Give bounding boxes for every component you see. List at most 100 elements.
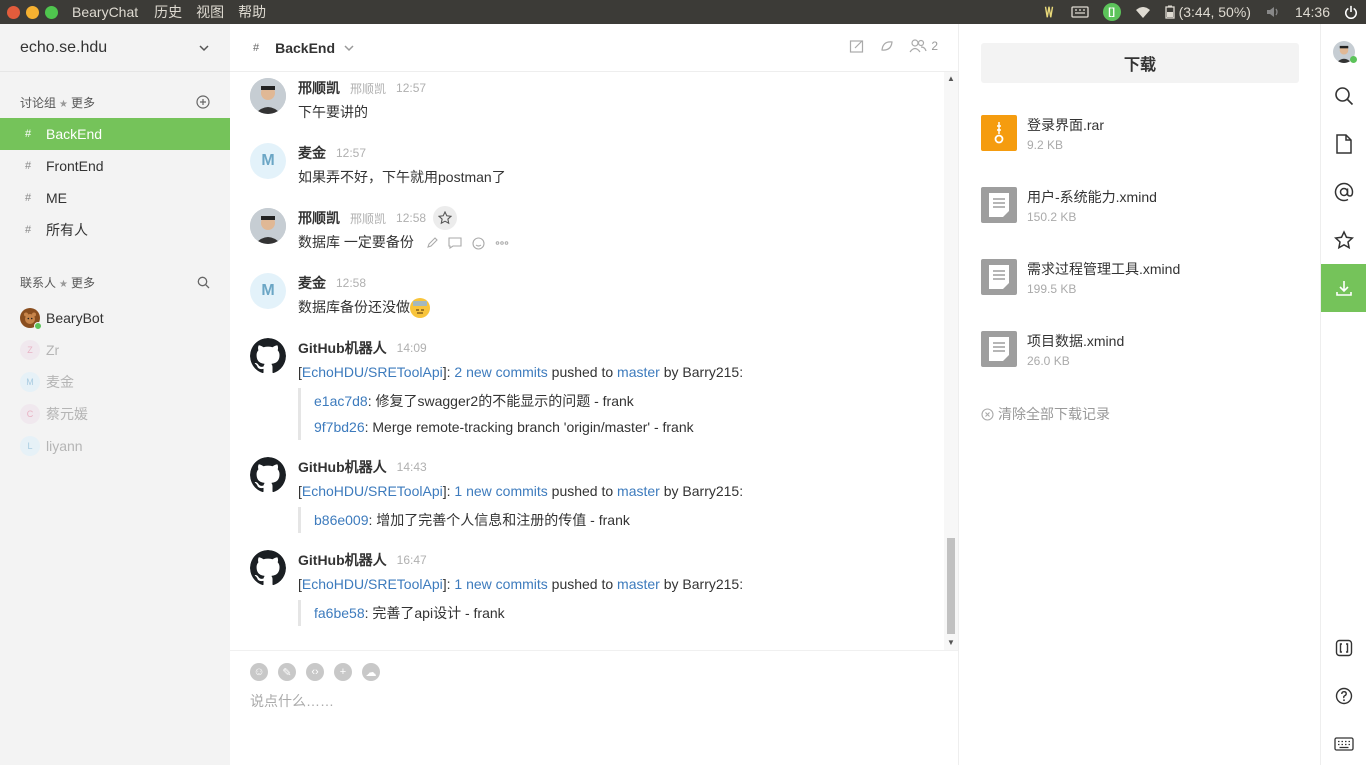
edit-topic-icon[interactable] [849, 38, 865, 54]
download-item[interactable]: 项目数据.xmind 26.0 KB [981, 331, 1299, 381]
pushed-text: pushed to [547, 576, 618, 592]
channel-item-me[interactable]: # ME [0, 182, 230, 214]
star-message-button[interactable] [433, 206, 457, 230]
keyboard-tray-icon[interactable] [1070, 5, 1089, 19]
commit-sha-link[interactable]: 9f7bd26 [314, 419, 365, 435]
commit-sha-link[interactable]: b86e009 [314, 512, 369, 528]
search-button[interactable] [1321, 72, 1366, 120]
repo-link[interactable]: EchoHDU/SREToolApi [302, 576, 443, 592]
more-icon[interactable] [495, 237, 509, 249]
pushed-text: pushed to [547, 364, 618, 380]
channels-more-link[interactable]: 更多 [71, 96, 95, 110]
channel-item-backend[interactable]: # BackEnd [0, 118, 230, 150]
commits-link[interactable]: 1 new commits [454, 483, 547, 499]
wifi-icon[interactable] [1135, 5, 1151, 19]
add-attachment-icon[interactable]: + [334, 663, 352, 681]
power-icon[interactable] [1344, 5, 1358, 19]
avatar[interactable]: M [250, 273, 286, 309]
beary-tray-icon[interactable]: [] [1102, 3, 1121, 21]
channel-title[interactable]: BackEnd [275, 40, 335, 56]
contact-item-liyann[interactable]: L liyann [0, 430, 230, 462]
channel-item-all[interactable]: # 所有人 [0, 214, 230, 246]
battery-icon[interactable] [1164, 5, 1175, 19]
avatar[interactable] [250, 78, 286, 114]
members-button[interactable]: 2 [909, 39, 938, 53]
files-button[interactable] [1321, 120, 1366, 168]
emoji-icon[interactable]: ☺ [250, 663, 268, 681]
team-switcher[interactable]: echo.se.hdu [0, 24, 230, 72]
contact-label: Zr [46, 342, 60, 358]
sender-name[interactable]: 麦金 [298, 273, 326, 293]
keyboard-shortcuts-button[interactable] [1321, 720, 1366, 765]
commit-sha-link[interactable]: e1ac7d8 [314, 393, 368, 409]
branch-link[interactable]: master [617, 364, 660, 380]
chevron-down-icon[interactable] [343, 44, 355, 52]
menu-view[interactable]: 视图 [196, 2, 224, 22]
scroll-up-arrow-icon[interactable]: ▲ [947, 74, 955, 83]
pin-icon[interactable] [879, 38, 895, 54]
sender-name[interactable]: GitHub机器人 [298, 338, 387, 358]
menu-help[interactable]: 帮助 [238, 2, 266, 22]
branch-link[interactable]: master [617, 483, 660, 499]
starred-button[interactable] [1321, 216, 1366, 264]
avatar[interactable]: M [250, 143, 286, 179]
downloads-button[interactable] [1321, 264, 1366, 312]
volume-icon[interactable] [1265, 5, 1281, 19]
commit-sha-link[interactable]: fa6be58 [314, 605, 365, 621]
github-icon[interactable] [250, 550, 286, 586]
sticker-icon[interactable]: ✎ [278, 663, 296, 681]
message-item: GitHub机器人 14:43 [EchoHDU/SREToolApi]: 1 … [250, 457, 930, 533]
search-contacts-icon[interactable] [197, 276, 210, 289]
message-item: GitHub机器人 16:47 [EchoHDU/SREToolApi]: 1 … [250, 550, 930, 626]
add-channel-icon[interactable] [196, 95, 210, 109]
download-item[interactable]: 登录界面.rar 9.2 KB [981, 115, 1299, 165]
contacts-more-link[interactable]: 更多 [71, 276, 95, 290]
scroll-down-arrow-icon[interactable]: ▼ [947, 638, 955, 647]
download-icon [1336, 281, 1352, 296]
code-snippet-icon[interactable]: ‹› [306, 663, 324, 681]
commits-link[interactable]: 2 new commits [454, 364, 547, 380]
chevron-down-icon [199, 44, 209, 51]
message-time: 16:47 [396, 553, 427, 567]
comment-icon[interactable] [448, 237, 462, 249]
clock[interactable]: 14:36 [1295, 4, 1330, 20]
download-item[interactable]: 需求过程管理工具.xmind 199.5 KB [981, 259, 1299, 309]
sender-name[interactable]: 邢顺凯 [298, 208, 340, 228]
contact-item-caiyuanyuan[interactable]: C 蔡元媛 [0, 398, 230, 430]
branch-link[interactable]: master [617, 576, 660, 592]
file-name: 用户-系统能力.xmind [1027, 189, 1157, 205]
message-input[interactable] [250, 691, 930, 711]
github-icon[interactable] [250, 457, 286, 493]
menu-history[interactable]: 历史 [154, 2, 182, 22]
clear-downloads-button[interactable]: 清除全部下载记录 [981, 404, 1110, 424]
github-icon[interactable] [250, 338, 286, 374]
beary-apps-button[interactable] [1321, 624, 1366, 672]
scrollbar-thumb[interactable] [947, 538, 955, 634]
repo-link[interactable]: EchoHDU/SREToolApi [302, 364, 443, 380]
file-size: 26.0 KB [1027, 354, 1070, 368]
commits-link[interactable]: 1 new commits [454, 576, 547, 592]
window-minimize-button[interactable] [26, 5, 39, 19]
window-close-button[interactable] [7, 5, 20, 19]
tray-app-icon[interactable] [1041, 5, 1057, 19]
emoji-reaction-icon[interactable] [472, 237, 485, 250]
message-text: 下午要讲的 [298, 104, 368, 120]
contact-item-zr[interactable]: Z Zr [0, 334, 230, 366]
download-item[interactable]: 用户-系统能力.xmind 150.2 KB [981, 187, 1299, 237]
cloud-upload-icon[interactable]: ☁ [362, 663, 380, 681]
mentions-button[interactable] [1321, 168, 1366, 216]
contact-item-maijin[interactable]: M 麦金 [0, 366, 230, 398]
sender-name[interactable]: 邢顺凯 [298, 78, 340, 98]
edit-icon[interactable] [426, 237, 438, 249]
channel-item-frontend[interactable]: # FrontEnd [0, 150, 230, 182]
user-avatar-button[interactable] [1321, 28, 1366, 76]
sender-name[interactable]: GitHub机器人 [298, 550, 387, 570]
contact-item-bearybot[interactable]: BearyBot [0, 302, 230, 334]
avatar[interactable] [250, 208, 286, 244]
sender-name[interactable]: GitHub机器人 [298, 457, 387, 477]
repo-link[interactable]: EchoHDU/SREToolApi [302, 483, 443, 499]
window-maximize-button[interactable] [45, 5, 58, 19]
help-button[interactable] [1321, 672, 1366, 720]
message-scrollbar[interactable]: ▲ ▼ [944, 72, 958, 650]
sender-name[interactable]: 麦金 [298, 143, 326, 163]
